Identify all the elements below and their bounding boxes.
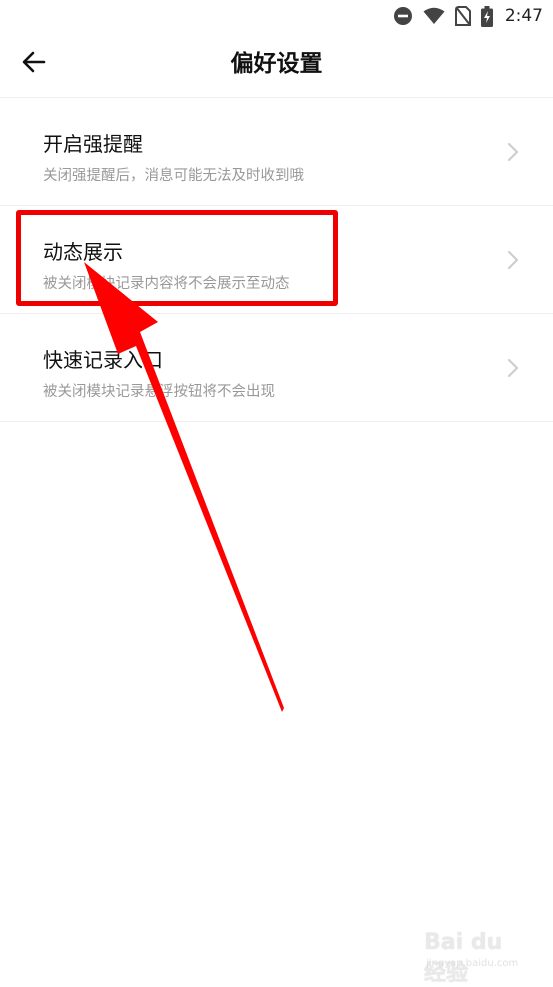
setting-row-strong-reminder[interactable]: 开启强提醒 关闭强提醒后，消息可能无法及时收到哦	[0, 98, 553, 206]
setting-title: 快速记录入口	[43, 348, 163, 372]
watermark: Bai du 经验 jingyan.baidu.com	[420, 930, 530, 986]
settings-list: 开启强提醒 关闭强提醒后，消息可能无法及时收到哦 动态展示 被关闭模块记录内容将…	[0, 98, 553, 422]
chevron-right-icon	[507, 142, 519, 162]
battery-charging-icon	[480, 5, 493, 27]
page-title: 偏好设置	[230, 51, 323, 77]
header: 偏好设置	[0, 32, 553, 98]
wifi-icon	[423, 7, 445, 25]
chevron-right-icon	[507, 358, 519, 378]
setting-row-dynamic-display[interactable]: 动态展示 被关闭模块记录内容将不会展示至动态	[0, 206, 553, 314]
status-bar: 2:47	[0, 0, 553, 32]
setting-title: 动态展示	[43, 240, 123, 264]
status-time: 2:47	[504, 6, 543, 26]
watermark-url: jingyan.baidu.com	[426, 958, 519, 969]
setting-title: 开启强提醒	[43, 132, 143, 156]
setting-description: 被关闭模块记录悬浮按钮将不会出现	[43, 384, 275, 400]
setting-description: 关闭强提醒后，消息可能无法及时收到哦	[43, 168, 304, 184]
setting-description: 被关闭模块记录内容将不会展示至动态	[43, 276, 290, 292]
no-sim-icon	[454, 6, 471, 26]
chevron-right-icon	[507, 250, 519, 270]
do-not-disturb-icon	[393, 6, 413, 26]
setting-row-quick-record-entry[interactable]: 快速记录入口 被关闭模块记录悬浮按钮将不会出现	[0, 314, 553, 422]
